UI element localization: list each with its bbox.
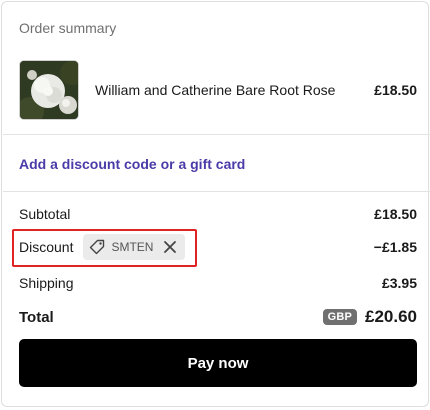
subtotal-label: Subtotal — [19, 206, 71, 222]
discount-label: Discount — [19, 239, 74, 255]
remove-discount-button[interactable] — [163, 240, 177, 254]
order-summary-title: Order summary — [19, 20, 117, 36]
total-label: Total — [19, 308, 54, 326]
shipping-value: £3.95 — [381, 275, 417, 291]
subtotal-value: £18.50 — [374, 206, 417, 222]
currency-badge: GBP — [322, 309, 357, 325]
total-line: Total GBP £20.60 — [19, 307, 417, 327]
discount-left: Discount SMTEN — [19, 234, 186, 260]
product-row: William and Catherine Bare Root Rose £18… — [19, 59, 417, 121]
subtotal-line: Subtotal £18.50 — [19, 206, 417, 222]
add-discount-link[interactable]: Add a discount code or a gift card — [19, 156, 245, 172]
tag-icon — [90, 239, 105, 255]
discount-value: −£1.85 — [373, 239, 417, 255]
total-amount: £20.60 — [365, 307, 417, 326]
divider — [3, 191, 430, 192]
white-rose-image — [20, 61, 78, 119]
order-summary-card: Order summary William and Catherine Bare… — [1, 1, 430, 407]
discount-code-chip: SMTEN — [83, 234, 186, 260]
shipping-label: Shipping — [19, 275, 74, 291]
total-right: GBP £20.60 — [322, 307, 417, 327]
product-thumbnail — [19, 60, 79, 120]
shipping-line: Shipping £3.95 — [19, 275, 417, 291]
pay-now-button[interactable]: Pay now — [19, 339, 417, 387]
product-name: William and Catherine Bare Root Rose — [95, 82, 336, 98]
discount-line: Discount SMTEN −£1.85 — [19, 233, 417, 261]
discount-code: SMTEN — [111, 240, 154, 254]
close-icon — [164, 241, 177, 253]
product-price: £18.50 — [374, 82, 417, 98]
divider — [3, 134, 430, 135]
